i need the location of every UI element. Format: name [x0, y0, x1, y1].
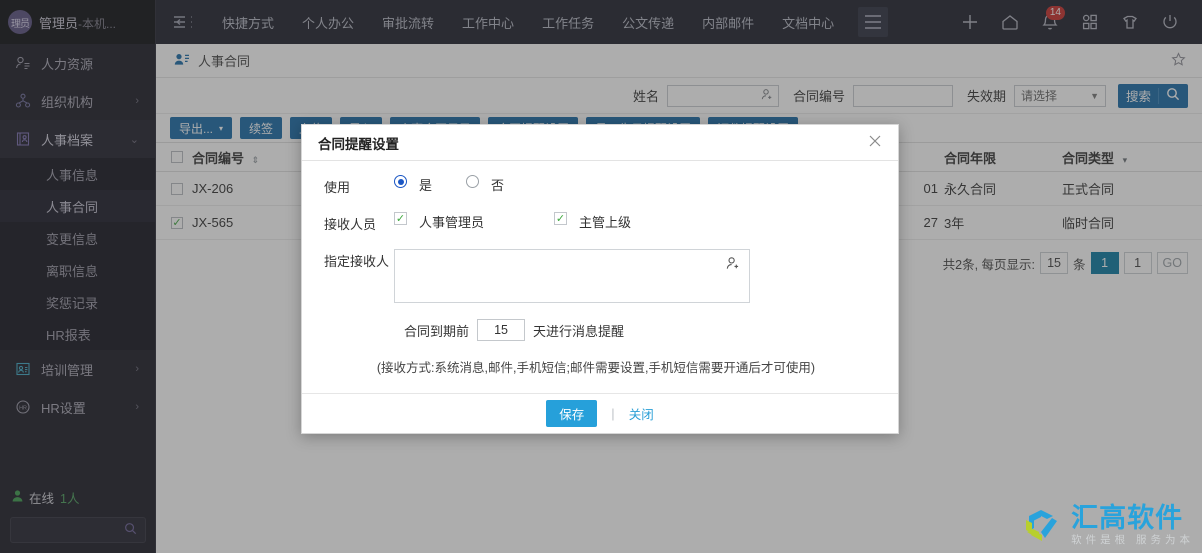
dialog-body: 使用 是 否 接收人员 ✓ 人事管理员 ✓ 主管上级 指定接收人 合同到期前 1…	[302, 161, 898, 376]
watermark: 汇高软件 软件是根 服务为本	[1021, 504, 1194, 547]
close-icon[interactable]	[868, 134, 882, 152]
application-window: 理员 管理员-本机... 人力资源 组织机构 › 人事档案 ⌄ 人事信息 人事合…	[0, 0, 1202, 553]
dialog-footer: 保存 | 关闭	[302, 393, 898, 433]
watermark-title: 汇高软件	[1071, 503, 1184, 534]
receiver-label-supervisor: 主管上级	[579, 215, 632, 230]
dialog-title: 合同提醒设置	[318, 136, 399, 152]
cancel-button[interactable]: 关闭	[629, 404, 654, 423]
assign-receiver-textarea[interactable]	[394, 249, 750, 303]
use-row: 使用 是 否	[324, 175, 876, 196]
days-suffix-label: 天进行消息提醒	[533, 323, 625, 339]
dialog-header: 合同提醒设置	[302, 125, 898, 161]
use-radio-yes[interactable]	[394, 175, 407, 188]
huigao-logo-icon	[1021, 504, 1065, 547]
assign-row: 指定接收人	[324, 249, 876, 303]
watermark-subtitle: 软件是根 服务为本	[1071, 534, 1194, 547]
save-button[interactable]: 保存	[546, 400, 598, 427]
divider: |	[611, 406, 615, 421]
dialog-hint: (接收方式:系统消息,邮件,手机短信;邮件需要设置,手机短信需要开通后才可使用)	[376, 361, 816, 375]
days-row: 合同到期前 15 天进行消息提醒	[324, 319, 876, 341]
assign-label: 指定接收人	[324, 254, 390, 269]
days-prefix-label: 合同到期前	[404, 323, 470, 339]
days-input[interactable]: 15	[477, 319, 526, 341]
use-radio-no-label: 否	[491, 178, 505, 193]
receiver-checkbox-supervisor[interactable]: ✓	[554, 212, 568, 225]
use-radio-yes-label: 是	[419, 178, 433, 193]
watermark-text: 汇高软件 软件是根 服务为本	[1071, 505, 1194, 546]
user-picker-icon[interactable]	[726, 256, 741, 274]
use-radio-no[interactable]	[466, 175, 480, 188]
use-label: 使用	[324, 180, 351, 195]
contract-reminder-settings-dialog: 合同提醒设置 使用 是 否 接收人员 ✓ 人事管理员 ✓ 主管上级 指定接收人 …	[301, 124, 899, 434]
receiver-label-hr-admin: 人事管理员	[419, 215, 485, 230]
receiver-checkbox-hr-admin[interactable]: ✓	[394, 212, 407, 225]
receiver-row: 接收人员 ✓ 人事管理员 ✓ 主管上级	[324, 212, 876, 233]
receiver-label: 接收人员	[324, 217, 377, 232]
